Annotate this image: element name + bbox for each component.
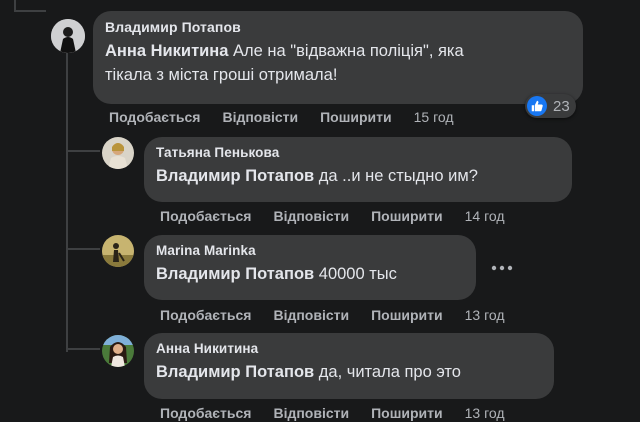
thread-connector-2 — [66, 248, 100, 250]
thread-connector-1 — [66, 150, 100, 152]
more-dots-icon — [491, 265, 513, 271]
comment-bubble: Marina Marinka Владимир Потапов 40000 ты… — [144, 235, 476, 300]
comment-text: Анна Никитина Але на "відважна поліція",… — [105, 39, 571, 87]
thread-line-left — [14, 0, 16, 10]
comment-text: Владимир Потапов да, читала про это — [156, 360, 542, 384]
mention-link[interactable]: Владимир Потапов — [156, 363, 314, 381]
like-button[interactable]: Подобається — [109, 109, 200, 125]
thread-line-vertical — [66, 52, 68, 352]
reply-button[interactable]: Відповісти — [222, 109, 298, 125]
comment-actions: Подобається Відповісти Поширити 14 год — [160, 208, 505, 224]
comment-actions: Подобається Відповісти Поширити 13 год — [160, 405, 505, 421]
avatar[interactable] — [102, 335, 134, 367]
comment-bubble: Татьяна Пенькова Владимир Потапов да ..и… — [144, 137, 572, 202]
comment-author[interactable]: Marina Marinka — [156, 243, 464, 258]
comment-bubble: Владимир Потапов Анна Никитина Але на "в… — [93, 11, 583, 104]
avatar[interactable] — [102, 137, 134, 169]
share-button[interactable]: Поширити — [371, 208, 443, 224]
timestamp[interactable]: 14 год — [465, 208, 505, 224]
comment-bubble: Анна Никитина Владимир Потапов да, читал… — [144, 333, 554, 399]
thread-connector-3 — [66, 348, 100, 350]
timestamp[interactable]: 13 год — [465, 405, 505, 421]
share-button[interactable]: Поширити — [371, 307, 443, 323]
comment-author[interactable]: Татьяна Пенькова — [156, 145, 560, 160]
like-button[interactable]: Подобається — [160, 307, 251, 323]
like-button[interactable]: Подобається — [160, 208, 251, 224]
comment-text-body: да ..и не стыдно им? — [314, 167, 478, 185]
share-button[interactable]: Поширити — [320, 109, 392, 125]
comment-author[interactable]: Анна Никитина — [156, 341, 542, 356]
thread-connector-top — [14, 10, 46, 12]
avatar[interactable] — [102, 235, 134, 267]
comment-actions: Подобається Відповісти Поширити 13 год — [160, 307, 505, 323]
comment-text-line2: тікала з міста гроші отримала! — [105, 66, 338, 84]
reaction-summary[interactable]: 23 — [525, 94, 576, 118]
comment-author[interactable]: Владимир Потапов — [105, 19, 571, 35]
mention-link[interactable]: Владимир Потапов — [156, 265, 314, 283]
comment-text-body: да, читала про это — [314, 363, 461, 381]
comment-text-body: 40000 тыс — [314, 265, 397, 283]
share-button[interactable]: Поширити — [371, 405, 443, 421]
timestamp[interactable]: 15 год — [414, 109, 454, 125]
comment-actions: Подобається Відповісти Поширити 15 год — [109, 109, 454, 125]
reaction-count: 23 — [553, 97, 570, 115]
like-button[interactable]: Подобається — [160, 405, 251, 421]
comment-text-line1: Але на "відважна поліція", яка — [228, 42, 464, 60]
comment-text: Владимир Потапов 40000 тыс — [156, 262, 464, 286]
mention-link[interactable]: Анна Никитина — [105, 42, 228, 60]
more-options-button[interactable] — [491, 255, 513, 276]
comment-text: Владимир Потапов да ..и не стыдно им? — [156, 164, 560, 188]
like-icon — [527, 96, 547, 116]
timestamp[interactable]: 13 год — [465, 307, 505, 323]
mention-link[interactable]: Владимир Потапов — [156, 167, 314, 185]
reply-button[interactable]: Відповісти — [273, 208, 349, 224]
reply-button[interactable]: Відповісти — [273, 307, 349, 323]
reply-button[interactable]: Відповісти — [273, 405, 349, 421]
avatar[interactable] — [51, 19, 85, 53]
